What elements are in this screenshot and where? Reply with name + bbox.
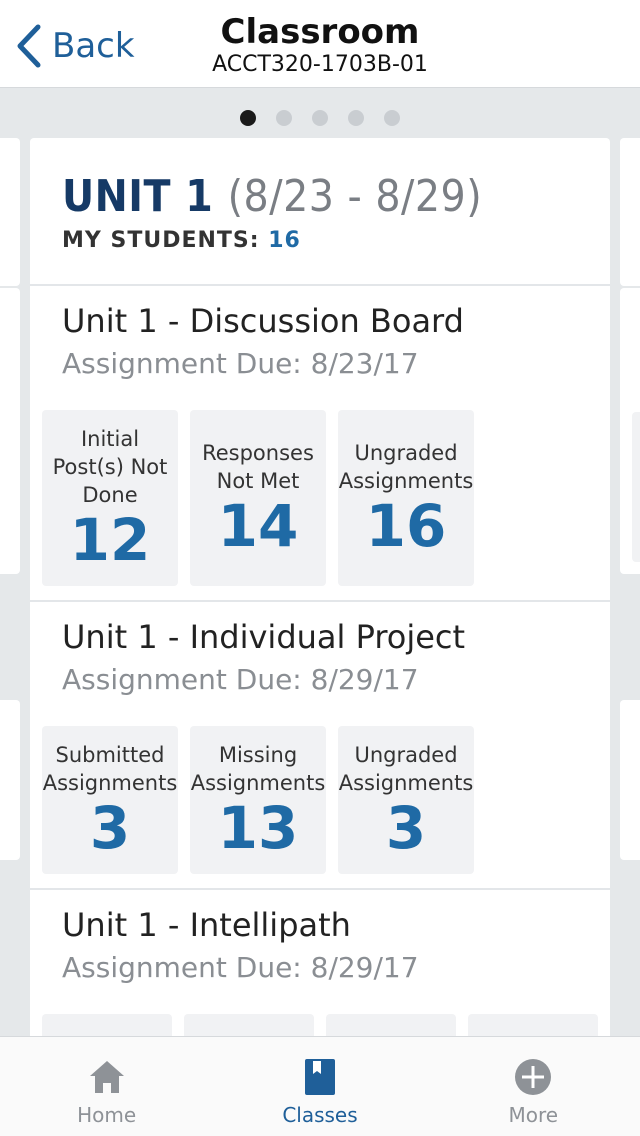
previous-unit-card-peek[interactable] <box>0 288 20 574</box>
page-dot-2[interactable] <box>276 110 292 126</box>
page-dot-4[interactable] <box>348 110 364 126</box>
nav-header: Back Classroom ACCT320-1703B-01 <box>0 0 640 88</box>
tab-classes[interactable]: Classes <box>213 1037 426 1136</box>
stat-tile[interactable]: Ungraded Assignments 16 <box>338 410 474 586</box>
students-label: MY STUDENTS: <box>62 228 260 253</box>
book-icon <box>304 1059 335 1095</box>
assignment-due-date: Assignment Due: 8/23/17 <box>62 347 419 380</box>
tab-home[interactable]: Home <box>0 1037 213 1136</box>
next-unit-card-peek[interactable] <box>620 288 640 574</box>
stat-value: 3 <box>89 794 131 862</box>
previous-unit-card-peek[interactable] <box>0 700 20 860</box>
tab-more[interactable]: More <box>427 1037 640 1136</box>
assignment-name: Unit 1 - Discussion Board <box>62 302 464 340</box>
next-unit-card-peek[interactable] <box>620 138 640 286</box>
stat-value: 3 <box>385 794 427 862</box>
next-unit-card-peek[interactable] <box>620 700 640 860</box>
students-count: 16 <box>268 228 301 253</box>
unit-name: UNIT 1 <box>62 171 214 222</box>
tab-label: More <box>508 1103 559 1127</box>
stat-tile[interactable]: Initial Post(s) Not Done 12 <box>42 410 178 586</box>
assignment-stats: Submitted Assignments 3 Missing Assignme… <box>30 698 610 874</box>
title-block: Classroom ACCT320-1703B-01 <box>0 12 640 78</box>
course-code: ACCT320-1703B-01 <box>212 52 428 77</box>
page-dot-1[interactable] <box>240 110 256 126</box>
previous-unit-card-peek[interactable] <box>0 138 20 286</box>
unit-card: UNIT 1 (8/23 - 8/29) MY STUDENTS: 16 Uni… <box>30 138 610 1058</box>
stat-value: 13 <box>217 794 299 862</box>
tab-label: Classes <box>282 1103 358 1127</box>
stat-tile[interactable]: Responses Not Met 14 <box>190 410 326 586</box>
stat-label: Responses Not Met <box>202 441 314 493</box>
stat-label: Ungraded Assignments <box>338 441 474 493</box>
assignment-item[interactable]: Unit 1 - Individual Project Assignment D… <box>30 602 610 890</box>
stat-tile[interactable]: Ungraded Assignments 3 <box>338 726 474 874</box>
stat-tile[interactable]: Submitted Assignments 3 <box>42 726 178 874</box>
assignment-item[interactable]: Unit 1 - Discussion Board Assignment Due… <box>30 286 610 602</box>
home-icon <box>89 1061 124 1093</box>
tab-label: Home <box>77 1103 137 1127</box>
stat-label: Ungraded Assignments <box>338 743 474 795</box>
page-title: Classroom <box>220 12 420 52</box>
page-dot-5[interactable] <box>384 110 400 126</box>
assignment-name: Unit 1 - Individual Project <box>62 618 466 656</box>
assignment-due-date: Assignment Due: 8/29/17 <box>62 951 419 984</box>
next-unit-stat-peek <box>632 412 640 562</box>
page-indicator[interactable] <box>0 110 640 126</box>
stat-label: Missing Assignments <box>190 743 326 795</box>
page-dot-3[interactable] <box>312 110 328 126</box>
unit-dates: (8/23 - 8/29) <box>227 171 483 222</box>
plus-circle-icon <box>515 1059 552 1095</box>
assignment-name: Unit 1 - Intellipath <box>62 906 351 944</box>
stat-value: 14 <box>217 492 299 560</box>
stat-value: 12 <box>69 506 151 574</box>
stat-tile[interactable]: Missing Assignments 13 <box>190 726 326 874</box>
stat-value: 16 <box>365 492 447 560</box>
tab-bar: Home Classes More <box>0 1036 640 1136</box>
assignment-stats: Initial Post(s) Not Done 12 Responses No… <box>30 382 610 586</box>
stat-label: Initial Post(s) Not Done <box>52 427 168 507</box>
unit-header: UNIT 1 (8/23 - 8/29) MY STUDENTS: 16 <box>30 138 610 286</box>
students-count-row: MY STUDENTS: 16 <box>62 228 610 253</box>
assignment-item[interactable]: Unit 1 - Intellipath Assignment Due: 8/2… <box>30 890 610 1058</box>
assignment-due-date: Assignment Due: 8/29/17 <box>62 663 419 696</box>
unit-title: UNIT 1 (8/23 - 8/29) <box>62 172 610 222</box>
stat-label: Submitted Assignments <box>42 743 178 795</box>
